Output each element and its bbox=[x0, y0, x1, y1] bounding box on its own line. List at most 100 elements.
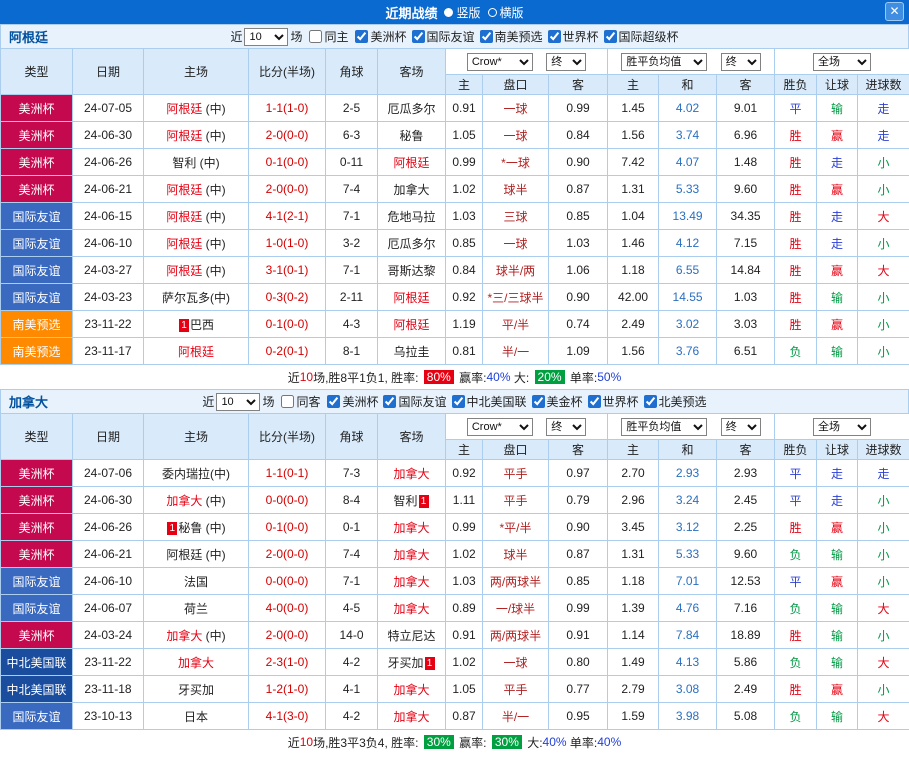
same-venue-filter[interactable]: 同主 bbox=[309, 28, 348, 45]
team-name[interactable]: 阿根廷 bbox=[166, 129, 202, 143]
competition-filter[interactable]: 国际友谊 bbox=[383, 393, 446, 410]
team-name[interactable]: 厄瓜多尔 bbox=[387, 237, 435, 251]
games-count-select[interactable]: 10 bbox=[244, 28, 288, 46]
team-name[interactable]: 哥斯达黎 bbox=[387, 264, 435, 278]
away-team-cell[interactable]: 加拿大 bbox=[378, 568, 446, 595]
home-team-cell[interactable]: 加拿大 bbox=[144, 649, 249, 676]
team-name[interactable]: 加拿大 bbox=[393, 467, 429, 481]
competition-checkbox[interactable] bbox=[644, 395, 657, 408]
avg-type-select[interactable]: 胜平负均值 bbox=[621, 53, 707, 71]
away-team-cell[interactable]: 厄瓜多尔 bbox=[378, 95, 446, 122]
match-row[interactable]: 美洲杯 24-07-05 阿根廷 (中) 1-1(1-0) 2-5 厄瓜多尔 0… bbox=[1, 95, 909, 122]
competition-checkbox[interactable] bbox=[355, 30, 368, 43]
match-row[interactable]: 国际友谊 24-06-10 法国 0-0(0-0) 7-1 加拿大 1.03 两… bbox=[1, 568, 909, 595]
team-name[interactable]: 阿根廷 bbox=[393, 156, 429, 170]
away-team-cell[interactable]: 加拿大 bbox=[378, 514, 446, 541]
team-name[interactable]: 乌拉圭 bbox=[393, 345, 429, 359]
layout-option-horizontal[interactable]: 横版 bbox=[488, 4, 524, 21]
team-name[interactable]: 阿根廷 bbox=[178, 345, 214, 359]
away-team-cell[interactable]: 危地马拉 bbox=[378, 203, 446, 230]
home-team-cell[interactable]: 1秘鲁 (中) bbox=[144, 514, 249, 541]
home-team-cell[interactable]: 荷兰 bbox=[144, 595, 249, 622]
away-team-cell[interactable]: 智利1 bbox=[378, 487, 446, 514]
match-row[interactable]: 国际友谊 24-03-27 阿根廷 (中) 3-1(0-1) 7-1 哥斯达黎 … bbox=[1, 257, 909, 284]
team-name[interactable]: 加拿大 bbox=[393, 575, 429, 589]
away-team-cell[interactable]: 秘鲁 bbox=[378, 122, 446, 149]
home-team-cell[interactable]: 智利 (中) bbox=[144, 149, 249, 176]
match-row[interactable]: 国际友谊 23-10-13 日本 4-1(3-0) 4-2 加拿大 0.87 半… bbox=[1, 703, 909, 730]
same-venue-checkbox[interactable] bbox=[309, 30, 322, 43]
competition-checkbox[interactable] bbox=[452, 395, 465, 408]
competition-checkbox[interactable] bbox=[383, 395, 396, 408]
home-team-cell[interactable]: 阿根廷 (中) bbox=[144, 257, 249, 284]
away-team-cell[interactable]: 厄瓜多尔 bbox=[378, 230, 446, 257]
games-count-select[interactable]: 10 bbox=[216, 393, 260, 411]
competition-filter[interactable]: 美金杯 bbox=[532, 393, 583, 410]
match-row[interactable]: 国际友谊 24-06-10 阿根廷 (中) 1-0(1-0) 3-2 厄瓜多尔 … bbox=[1, 230, 909, 257]
match-row[interactable]: 美洲杯 24-06-21 阿根廷 (中) 2-0(0-0) 7-4 加拿大 1.… bbox=[1, 541, 909, 568]
competition-filter[interactable]: 美洲杯 bbox=[327, 393, 378, 410]
team-name[interactable]: 牙买加 bbox=[387, 656, 423, 670]
competition-checkbox[interactable] bbox=[604, 30, 617, 43]
competition-filter[interactable]: 世界杯 bbox=[548, 28, 599, 45]
home-team-cell[interactable]: 阿根廷 (中) bbox=[144, 95, 249, 122]
scope-select[interactable]: 全场 bbox=[813, 53, 871, 71]
home-team-cell[interactable]: 萨尔瓦多(中) bbox=[144, 284, 249, 311]
match-row[interactable]: 美洲杯 24-06-30 阿根廷 (中) 2-0(0-0) 6-3 秘鲁 1.0… bbox=[1, 122, 909, 149]
away-team-cell[interactable]: 加拿大 bbox=[378, 541, 446, 568]
competition-filter[interactable]: 美洲杯 bbox=[355, 28, 406, 45]
bookmaker-select[interactable]: Crow* bbox=[467, 53, 533, 71]
home-team-cell[interactable]: 阿根廷 (中) bbox=[144, 230, 249, 257]
team-name[interactable]: 日本 bbox=[184, 710, 208, 724]
competition-checkbox[interactable] bbox=[480, 30, 493, 43]
team-name[interactable]: 加拿大 bbox=[178, 656, 214, 670]
home-team-cell[interactable]: 阿根廷 (中) bbox=[144, 176, 249, 203]
away-team-cell[interactable]: 特立尼达 bbox=[378, 622, 446, 649]
away-team-cell[interactable]: 阿根廷 bbox=[378, 284, 446, 311]
team-name[interactable]: 荷兰 bbox=[184, 602, 208, 616]
team-name[interactable]: 萨尔瓦多 bbox=[162, 291, 210, 305]
odds-time-select[interactable]: 终 bbox=[546, 53, 586, 71]
away-team-cell[interactable]: 哥斯达黎 bbox=[378, 257, 446, 284]
match-row[interactable]: 国际友谊 24-06-07 荷兰 4-0(0-0) 4-5 加拿大 0.89 一… bbox=[1, 595, 909, 622]
avg-time-select[interactable]: 终 bbox=[721, 53, 761, 71]
home-team-cell[interactable]: 日本 bbox=[144, 703, 249, 730]
away-team-cell[interactable]: 加拿大 bbox=[378, 676, 446, 703]
team-name[interactable]: 阿根廷 bbox=[166, 264, 202, 278]
team-name[interactable]: 加拿大 bbox=[393, 602, 429, 616]
match-row[interactable]: 美洲杯 24-07-06 委内瑞拉(中) 1-1(0-1) 7-3 加拿大 0.… bbox=[1, 460, 909, 487]
team-name[interactable]: 阿根廷 bbox=[166, 237, 202, 251]
team-name[interactable]: 阿根廷 bbox=[166, 102, 202, 116]
competition-checkbox[interactable] bbox=[548, 30, 561, 43]
competition-checkbox[interactable] bbox=[412, 30, 425, 43]
match-row[interactable]: 南美预选 23-11-22 1巴西 0-1(0-0) 4-3 阿根廷 1.19 … bbox=[1, 311, 909, 338]
home-team-cell[interactable]: 加拿大 (中) bbox=[144, 622, 249, 649]
away-team-cell[interactable]: 乌拉圭 bbox=[378, 338, 446, 365]
team-name[interactable]: 巴西 bbox=[190, 318, 214, 332]
match-row[interactable]: 中北美国联 23-11-18 牙买加 1-2(1-0) 4-1 加拿大 1.05… bbox=[1, 676, 909, 703]
competition-checkbox[interactable] bbox=[532, 395, 545, 408]
team-name[interactable]: 法国 bbox=[184, 575, 208, 589]
same-venue-filter[interactable]: 同客 bbox=[281, 393, 320, 410]
home-team-cell[interactable]: 1巴西 bbox=[144, 311, 249, 338]
competition-filter[interactable]: 国际友谊 bbox=[412, 28, 475, 45]
competition-filter[interactable]: 中北美国联 bbox=[452, 393, 527, 410]
away-team-cell[interactable]: 加拿大 bbox=[378, 460, 446, 487]
competition-filter[interactable]: 世界杯 bbox=[588, 393, 639, 410]
team-name[interactable]: 加拿大 bbox=[393, 521, 429, 535]
team-name[interactable]: 加拿大 bbox=[166, 629, 202, 643]
match-row[interactable]: 美洲杯 24-06-30 加拿大 (中) 0-0(0-0) 8-4 智利1 1.… bbox=[1, 487, 909, 514]
away-team-cell[interactable]: 加拿大 bbox=[378, 703, 446, 730]
team-name[interactable]: 加拿大 bbox=[393, 183, 429, 197]
avg-time-select[interactable]: 终 bbox=[721, 418, 761, 436]
team-name[interactable]: 牙买加 bbox=[178, 683, 214, 697]
same-venue-checkbox[interactable] bbox=[281, 395, 294, 408]
away-team-cell[interactable]: 阿根廷 bbox=[378, 311, 446, 338]
competition-filter[interactable]: 南美预选 bbox=[480, 28, 543, 45]
home-team-cell[interactable]: 委内瑞拉(中) bbox=[144, 460, 249, 487]
team-name[interactable]: 阿根廷 bbox=[393, 318, 429, 332]
match-row[interactable]: 南美预选 23-11-17 阿根廷 0-2(0-1) 8-1 乌拉圭 0.81 … bbox=[1, 338, 909, 365]
layout-option-vertical[interactable]: 竖版 bbox=[444, 4, 480, 21]
team-name[interactable]: 秘鲁 bbox=[399, 129, 423, 143]
bookmaker-select[interactable]: Crow* bbox=[467, 418, 533, 436]
